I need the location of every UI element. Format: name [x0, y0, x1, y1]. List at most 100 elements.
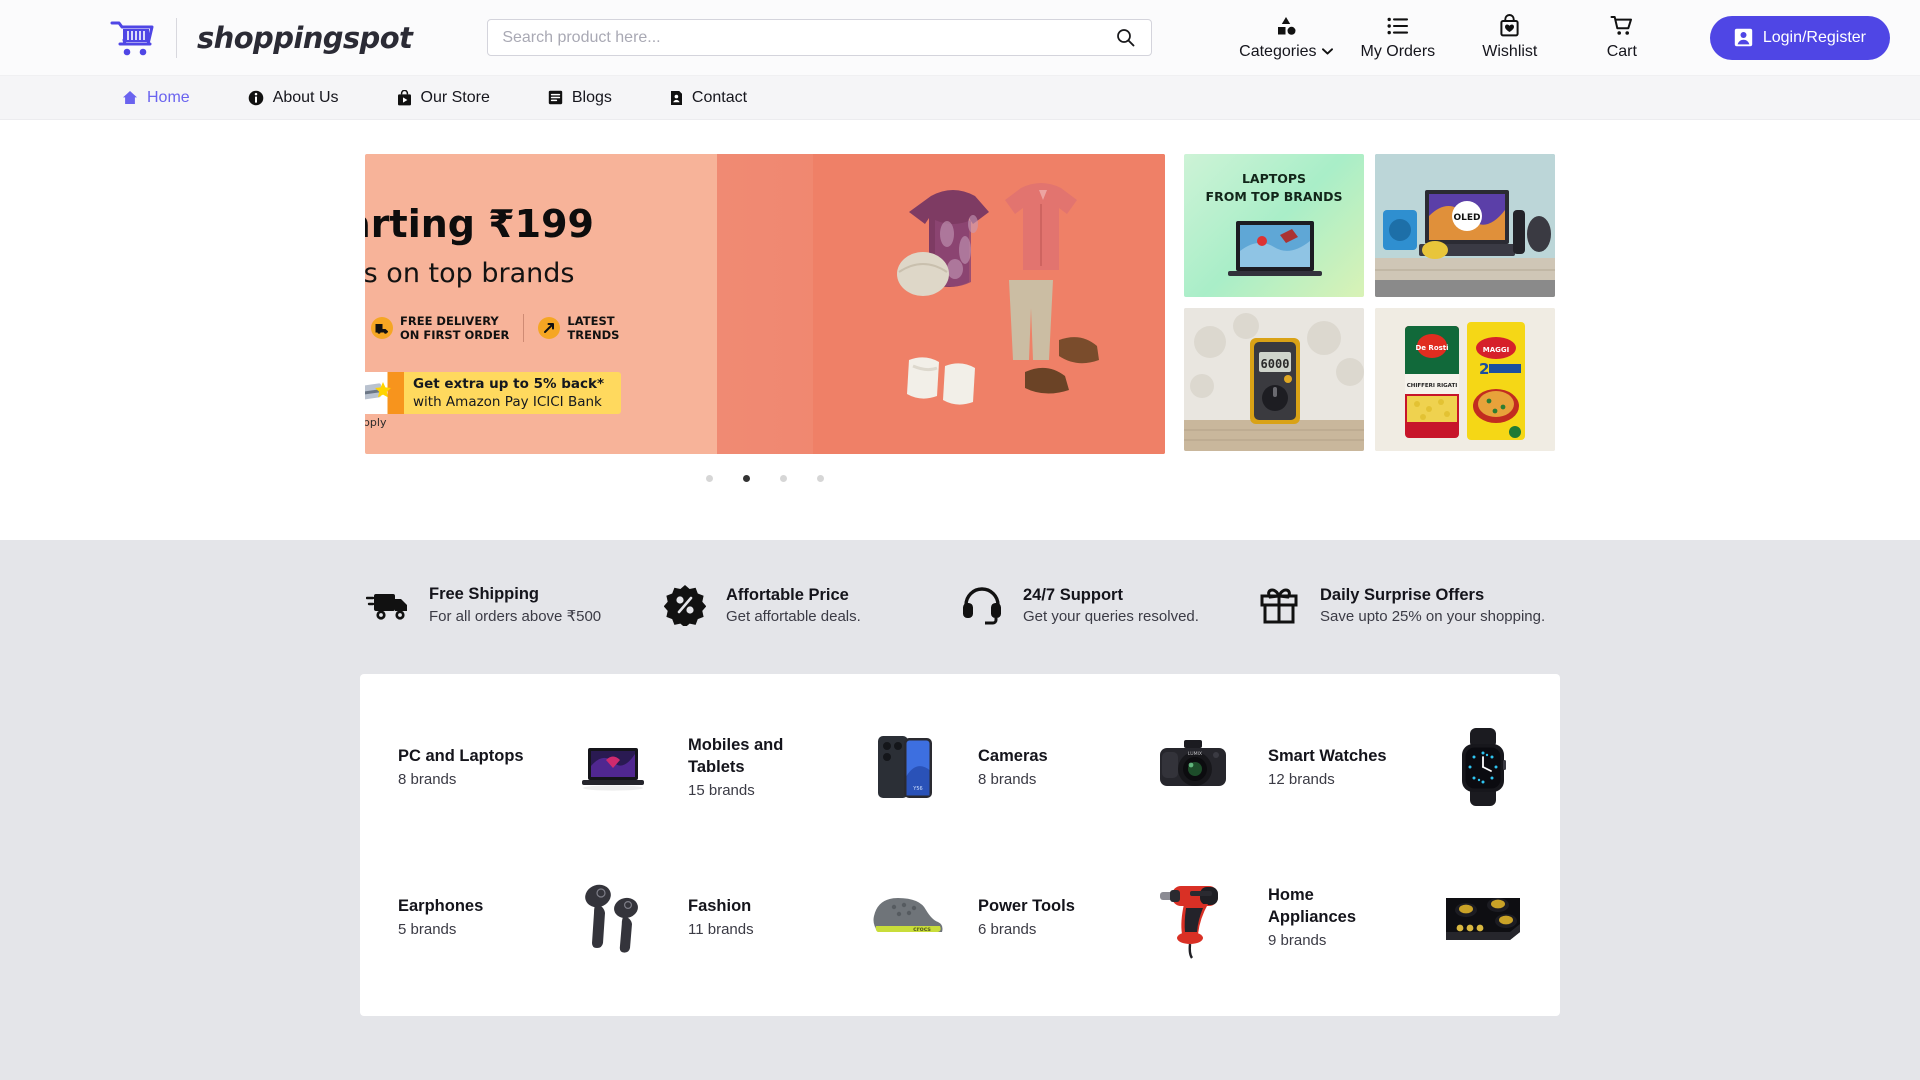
category-mobiles-and-tablets[interactable]: Mobiles and Tablets 15 brands Y56 [670, 692, 960, 842]
cart-icon [1610, 15, 1633, 37]
categories-section: PC and Laptops 8 brands Mobiles and Tabl… [0, 674, 1920, 1080]
category-fashion[interactable]: Fashion 11 brands crocs [670, 842, 960, 992]
icici-offer-line1: Get extra up to 5% back* [413, 376, 605, 392]
banner-terms: C apply [365, 416, 387, 429]
contact-icon [670, 90, 683, 106]
category-power-tools-brands: 6 brands [978, 921, 1037, 939]
banner-badge-free-delivery: FREE DELIVERY ON FIRST ORDER [371, 314, 509, 343]
gas-stove-image [1440, 874, 1526, 960]
shapes-icon [1275, 15, 1297, 37]
brand-name: shoppingspot [197, 20, 413, 55]
header-nav-wishlist[interactable]: Wishlist [1454, 14, 1566, 61]
carousel-dot-3[interactable] [780, 475, 787, 482]
hero-banner-slide[interactable]: tarting ₹199 eals on top brands FREE DEL… [365, 154, 1165, 454]
smartwatch-image [1440, 724, 1526, 810]
promo-tile-multimeter[interactable]: 6000 [1184, 308, 1364, 451]
banner-badges: FREE DELIVERY ON FIRST ORDER LATEST TREN… [371, 314, 619, 343]
bag-heart-icon [1499, 14, 1520, 37]
hero-carousel[interactable]: tarting ₹199 eals on top brands FREE DEL… [365, 154, 1165, 482]
nav-item-about-us-label: About Us [272, 88, 339, 106]
feature-free-shipping-sub: For all orders above ₹500 [429, 608, 602, 625]
category-power-tools-name: Power Tools [978, 896, 1075, 915]
header-nav-cart-label: Cart [1606, 42, 1637, 60]
header-nav-cart[interactable]: Cart [1566, 15, 1678, 61]
nav-item-contact[interactable]: Contact [670, 89, 747, 107]
svg-text:LUMIX: LUMIX [1188, 751, 1202, 757]
hero-section: tarting ₹199 eals on top brands FREE DEL… [0, 120, 1920, 540]
credit-card-icon [365, 372, 403, 414]
feature-support-sub: Get your queries resolved. [1023, 607, 1199, 625]
categories-card: PC and Laptops 8 brands Mobiles and Tabl… [360, 674, 1560, 1016]
banner-headline: tarting ₹199 [365, 202, 594, 246]
login-register-button[interactable]: Login/Register [1709, 15, 1890, 60]
carousel-dots[interactable] [365, 475, 1165, 482]
category-smart-watches[interactable]: Smart Watches 12 brands [1250, 692, 1540, 842]
feature-daily-offers-title: Daily Surprise Offers [1320, 585, 1485, 604]
category-home-appliances[interactable]: Home Appliances 9 brands [1250, 842, 1540, 992]
nav-item-blogs[interactable]: Blogs [548, 89, 612, 107]
category-pc-and-laptops-brands: 8 brands [398, 771, 457, 789]
feature-daily-offers: Daily Surprise Offers Save upto 25% on y… [1256, 582, 1553, 628]
gift-icon [1256, 582, 1302, 628]
carousel-dot-4[interactable] [817, 475, 824, 482]
search-bar[interactable] [487, 19, 1153, 56]
trend-arrow-icon [538, 317, 561, 340]
nav-item-contact-label: Contact [691, 88, 748, 106]
svg-text:crocs: crocs [913, 926, 931, 933]
search-icon[interactable] [1114, 28, 1137, 47]
drill-image [1150, 874, 1236, 960]
blog-icon [548, 90, 563, 105]
feature-free-shipping-title: Free Shipping [429, 585, 540, 603]
category-cameras-brands: 8 brands [978, 771, 1037, 789]
nav-item-our-store[interactable]: Our Store [397, 89, 490, 107]
header-nav-my-orders-label: My Orders [1360, 42, 1436, 60]
category-earphones[interactable]: Earphones 5 brands [380, 842, 670, 992]
icici-offer-strip[interactable]: Get extra up to 5% back* with Amazon Pay… [365, 372, 621, 414]
banner-left-content: tarting ₹199 eals on top brands FREE DEL… [365, 154, 717, 454]
badge-free-delivery-line2: ON FIRST ORDER [400, 328, 510, 343]
delivery-truck-icon [371, 317, 393, 340]
home-icon [122, 90, 138, 105]
logo-divider [176, 17, 177, 58]
promo-laptops-line1: LAPTOPS [1241, 171, 1307, 186]
nav-item-home[interactable]: Home [122, 89, 190, 107]
category-pc-and-laptops[interactable]: PC and Laptops 8 brands [380, 692, 670, 842]
smartphone-image: Y56 [860, 724, 946, 810]
chevron-down-icon [1321, 48, 1333, 55]
clog-shoe-image: crocs [860, 874, 946, 960]
svg-text:CHIFFERI RIGATI: CHIFFERI RIGATI [1407, 383, 1458, 389]
shipping-truck-icon [365, 582, 411, 628]
feature-daily-offers-sub: Save upto 25% on your shopping. [1320, 607, 1546, 625]
header-nav-wishlist-label: Wishlist [1482, 42, 1538, 60]
category-cameras[interactable]: Cameras 8 brands LUMIX [960, 692, 1250, 842]
user-icon [1734, 28, 1753, 47]
category-smart-watches-brands: 12 brands [1268, 771, 1335, 789]
banner-product-image [813, 154, 1165, 454]
earbuds-image [570, 874, 656, 960]
header-nav-categories[interactable]: Categories [1230, 15, 1342, 61]
svg-text:6000: 6000 [1261, 357, 1290, 371]
info-icon [248, 90, 264, 106]
carousel-dot-1[interactable] [706, 475, 713, 482]
category-earphones-name: Earphones [398, 896, 484, 915]
category-fashion-name: Fashion [688, 896, 752, 915]
nav-item-about-us[interactable]: About Us [248, 89, 339, 107]
promo-tile-grocery[interactable]: De Rosti CHIFFERI RIGATI MAGGI 2 [1375, 308, 1555, 451]
category-power-tools[interactable]: Power Tools 6 brands [960, 842, 1250, 992]
promo-tile-electronics[interactable]: OLED [1375, 154, 1555, 297]
badge-free-delivery-line1: FREE DELIVERY [400, 314, 499, 328]
header-nav-my-orders[interactable]: My Orders [1342, 15, 1454, 61]
search-input[interactable] [502, 28, 1115, 47]
category-mobiles-and-tablets-brands: 15 brands [688, 781, 755, 799]
promo-tile-laptops[interactable]: LAPTOPS FROM TOP BRANDS [1184, 154, 1364, 297]
badge-latest-trends-line2: TRENDS [567, 328, 620, 343]
header-nav-categories-label: Categories [1239, 42, 1317, 60]
svg-text:2: 2 [1479, 360, 1489, 378]
carousel-dot-2[interactable] [743, 475, 750, 482]
badge-latest-trends-line1: LATEST [567, 314, 615, 328]
site-header: shoppingspot Categories [0, 0, 1920, 76]
category-fashion-brands: 11 brands [688, 921, 754, 939]
category-mobiles-and-tablets-name: Mobiles and Tablets [688, 736, 784, 776]
brand-logo[interactable]: shoppingspot [110, 17, 413, 59]
nav-item-blogs-label: Blogs [571, 88, 612, 106]
